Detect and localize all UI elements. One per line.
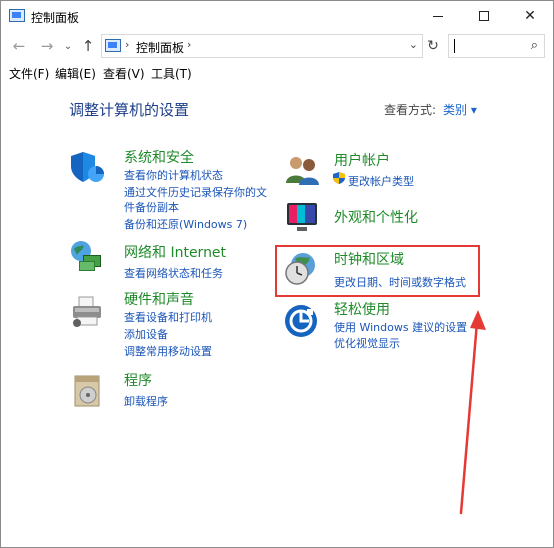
close-icon: ✕ bbox=[524, 8, 536, 24]
view-by-dropdown[interactable]: 类别 ▾ bbox=[443, 101, 477, 118]
uac-shield-icon bbox=[333, 172, 345, 184]
title-bar: 控制面板 ✕ bbox=[1, 1, 553, 31]
category-appearance[interactable]: 外观和个性化 bbox=[334, 207, 418, 227]
link-file-history-cont[interactable]: 件备份副本 bbox=[124, 199, 179, 215]
printer-icon[interactable] bbox=[69, 293, 105, 329]
link-uninstall-program[interactable]: 卸载程序 bbox=[124, 393, 168, 409]
programs-icon[interactable] bbox=[71, 372, 107, 408]
category-hardware-sound[interactable]: 硬件和声音 bbox=[124, 289, 194, 309]
forward-button[interactable]: → bbox=[37, 35, 57, 57]
link-add-device[interactable]: 添加设备 bbox=[124, 326, 168, 342]
page-title: 调整计算机的设置 bbox=[69, 101, 190, 119]
search-input[interactable]: ⌕ bbox=[448, 34, 545, 58]
link-change-account-type[interactable]: 更改帐户类型 bbox=[348, 173, 414, 189]
back-button[interactable]: ← bbox=[9, 35, 29, 57]
breadcrumb-separator[interactable]: › bbox=[187, 38, 191, 51]
chevron-down-icon: ⌄ bbox=[63, 40, 73, 52]
annotation-arrow bbox=[459, 310, 486, 515]
search-icon: ⌕ bbox=[530, 38, 538, 53]
navigation-bar: ← → ⌄ ↑ › 控制面板 › ⌄ ↻ ⌕ bbox=[1, 31, 553, 61]
menu-view[interactable]: 查看(V) bbox=[103, 65, 145, 82]
category-network-internet[interactable]: 网络和 Internet bbox=[124, 242, 226, 262]
maximize-icon bbox=[479, 11, 489, 21]
control-panel-icon bbox=[105, 39, 121, 52]
network-globe-icon[interactable] bbox=[69, 239, 105, 275]
link-backup-restore[interactable]: 备份和还原(Windows 7) bbox=[124, 216, 247, 232]
text-caret bbox=[454, 39, 455, 53]
appearance-monitor-icon[interactable] bbox=[284, 199, 320, 235]
breadcrumb-separator[interactable]: › bbox=[125, 38, 129, 51]
forward-arrow-icon: → bbox=[40, 37, 54, 55]
breadcrumb-control-panel[interactable]: 控制面板 bbox=[136, 39, 184, 56]
up-arrow-icon: ↑ bbox=[81, 37, 95, 55]
menu-file[interactable]: 文件(F) bbox=[9, 65, 49, 82]
category-programs[interactable]: 程序 bbox=[124, 370, 152, 390]
address-bar[interactable]: › 控制面板 › ⌄ bbox=[101, 34, 423, 58]
back-arrow-icon: ← bbox=[12, 37, 26, 55]
recent-locations-button[interactable]: ⌄ bbox=[61, 35, 75, 57]
menu-tools[interactable]: 工具(T) bbox=[151, 65, 192, 82]
minimize-button[interactable] bbox=[415, 1, 461, 31]
view-by-label: 查看方式: bbox=[384, 103, 437, 117]
ease-of-access-icon[interactable] bbox=[283, 303, 319, 339]
link-devices-printers[interactable]: 查看设备和打印机 bbox=[124, 309, 212, 325]
link-mobility-settings[interactable]: 调整常用移动设置 bbox=[124, 343, 212, 359]
control-panel-icon bbox=[9, 9, 25, 22]
content-area: 调整计算机的设置 查看方式: 类别 ▾ 系统和安全 查看你的计算机状态 通过文件… bbox=[1, 83, 553, 547]
user-accounts-icon[interactable] bbox=[284, 151, 320, 187]
refresh-icon: ↻ bbox=[427, 38, 439, 54]
close-button[interactable]: ✕ bbox=[507, 1, 553, 31]
link-file-history[interactable]: 通过文件历史记录保存你的文 bbox=[124, 184, 267, 200]
control-panel-window: 控制面板 ✕ ← → ⌄ ↑ › 控制面板 › ⌄ ↻ ⌕ 文件(F) 编辑(E… bbox=[0, 0, 554, 548]
link-network-status[interactable]: 查看网络状态和任务 bbox=[124, 265, 223, 281]
menu-bar: 文件(F) 编辑(E) 查看(V) 工具(T) bbox=[1, 61, 553, 83]
maximize-button[interactable] bbox=[461, 1, 507, 31]
category-ease-of-access[interactable]: 轻松使用 bbox=[334, 299, 390, 319]
address-dropdown-icon[interactable]: ⌄ bbox=[409, 38, 418, 51]
highlight-box bbox=[275, 245, 480, 297]
refresh-button[interactable]: ↻ bbox=[423, 34, 443, 58]
window-title: 控制面板 bbox=[31, 11, 80, 25]
link-view-computer-status[interactable]: 查看你的计算机状态 bbox=[124, 167, 223, 183]
link-optimize-visual-display[interactable]: 优化视觉显示 bbox=[334, 335, 400, 351]
minimize-icon bbox=[433, 15, 443, 17]
up-button[interactable]: ↑ bbox=[79, 35, 97, 57]
shield-icon[interactable] bbox=[69, 149, 105, 185]
category-system-security[interactable]: 系统和安全 bbox=[124, 147, 194, 167]
menu-edit[interactable]: 编辑(E) bbox=[55, 65, 96, 82]
category-user-accounts[interactable]: 用户帐户 bbox=[334, 150, 390, 170]
